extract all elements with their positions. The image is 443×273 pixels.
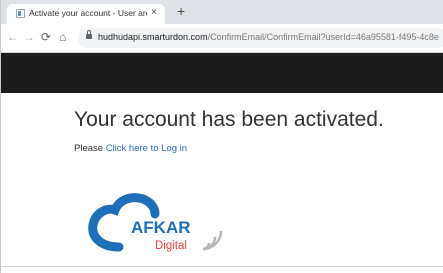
lock-icon[interactable] (86, 30, 92, 39)
logo-word: AFKAR (131, 218, 191, 237)
tab-strip: Activate your account - User area × + (1, 0, 443, 24)
afkar-logo: AFKAR Digital (88, 193, 223, 252)
site-header (1, 53, 443, 93)
login-prompt: Please Click here to Log in (74, 143, 187, 154)
url-host: hudhudapi.smarturdon.com (98, 32, 208, 42)
tab-active[interactable]: Activate your account - User area × (7, 4, 165, 24)
reload-button[interactable]: ⟳ (41, 30, 51, 44)
close-icon[interactable]: × (151, 7, 157, 19)
signal-icon (202, 230, 223, 251)
login-prefix: Please (74, 143, 104, 154)
back-button[interactable]: ← (7, 30, 19, 44)
login-link[interactable]: Click here to Log in (106, 143, 187, 154)
logo-subword: Digital (155, 240, 187, 252)
address-bar[interactable]: hudhudapi.smarturdon.com/ConfirmEmail/Co… (78, 28, 443, 48)
url-path: /ConfirmEmail/ConfirmEmail?userId=46a955… (207, 32, 439, 42)
browser-toolbar: ← → ⟳ ⌂ hudhudapi.smarturdon.com/Confirm… (1, 24, 443, 53)
new-tab-button[interactable]: + (177, 3, 185, 19)
home-button[interactable]: ⌂ (59, 30, 66, 44)
bottom-border (1, 266, 443, 267)
forward-button[interactable]: → (23, 30, 35, 44)
document-icon (16, 9, 25, 18)
browser-window: Activate your account - User area × + ← … (0, 0, 443, 273)
tab-title: Activate your account - User area (29, 8, 147, 18)
page-title: Your account has been activated. (74, 108, 384, 131)
url-text[interactable]: hudhudapi.smarturdon.com/ConfirmEmail/Co… (98, 32, 439, 42)
